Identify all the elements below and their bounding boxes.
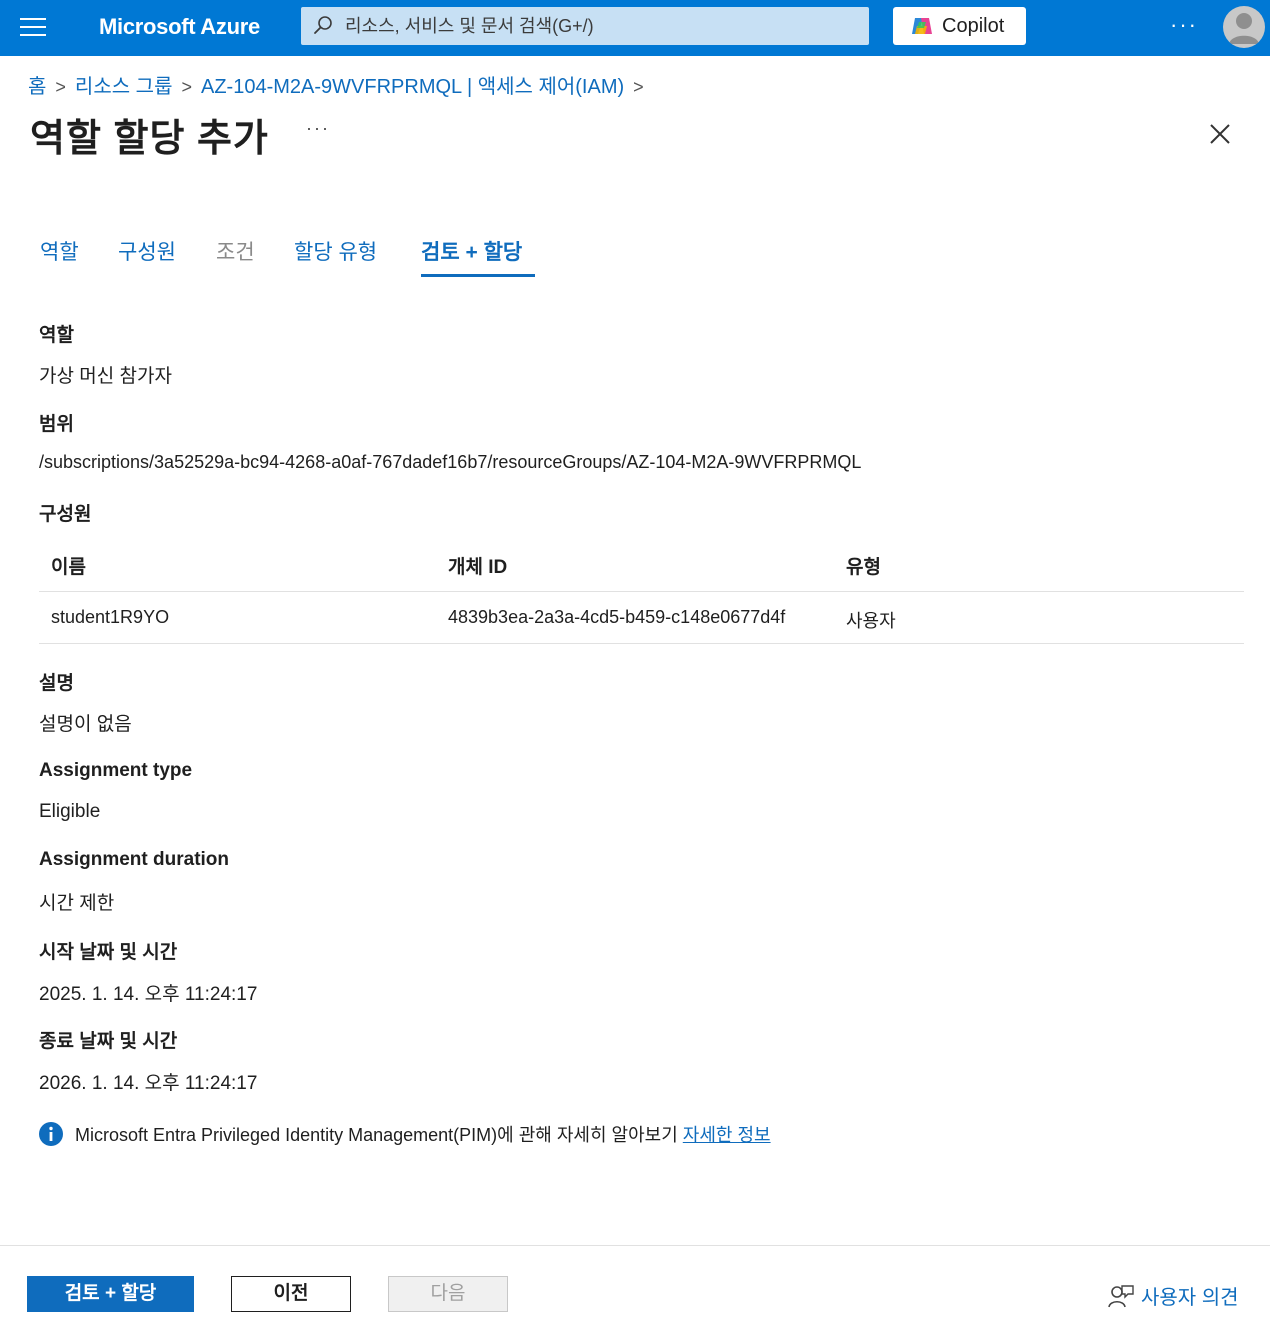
role-label: 역할 [39,325,74,346]
assignment-type-label: Assignment type [39,760,193,781]
chevron-right-icon: > [55,77,66,97]
search-icon [314,16,332,34]
end-datetime-value: 2026. 1. 14. 오후 11:24:17 [39,1073,258,1094]
scope-value: /subscriptions/3a52529a-bc94-4268-a0af-7… [39,452,862,472]
footer-divider [0,1245,1270,1246]
close-icon[interactable] [1208,122,1232,146]
review-assign-button[interactable]: 검토 + 할당 [27,1276,194,1312]
copilot-button[interactable]: Copilot [893,7,1026,45]
copilot-label: Copilot [942,15,1005,37]
start-datetime-label: 시작 날짜 및 시간 [39,942,178,963]
search-input[interactable] [345,7,845,45]
breadcrumb-iam[interactable]: AZ-104-M2A-9WVFRPRMQL | 액세스 제어(IAM) [201,76,624,98]
tab-role[interactable]: 역할 [40,236,79,266]
description-label: 설명 [39,673,74,694]
next-button: 다음 [388,1276,508,1312]
chevron-right-icon: > [181,77,192,97]
info-text: Microsoft Entra Privileged Identity Mana… [75,1125,683,1145]
active-tab-indicator [421,274,535,277]
member-object-id-cell: 4839b3ea-2a3a-4cd5-b459-c148e0677d4f [448,607,786,627]
breadcrumb-home[interactable]: 홈 [28,76,46,98]
start-datetime-value: 2025. 1. 14. 오후 11:24:17 [39,984,258,1005]
column-header-type: 유형 [846,557,881,578]
assignment-duration-value: 시간 제한 [39,893,115,914]
learn-more-link[interactable]: 자세한 정보 [683,1125,771,1145]
member-name-cell: student1R9YO [51,607,170,627]
column-header-object-id: 개체 ID [448,557,508,578]
table-divider [39,591,1244,592]
menu-icon[interactable] [20,18,46,38]
assignment-duration-label: Assignment duration [39,849,230,870]
user-avatar-icon [1229,13,1259,44]
page-title: 역할 할당 추가 [30,118,269,160]
top-bar: Microsoft Azure Copilot ··· [0,0,1270,56]
brand-logo[interactable]: Microsoft Azure [99,14,260,40]
info-icon [39,1122,63,1146]
chevron-right-icon: > [633,77,644,97]
tab-review-assign[interactable]: 검토 + 할당 [421,236,522,266]
end-datetime-label: 종료 날짜 및 시간 [39,1031,178,1052]
global-search[interactable] [301,7,869,45]
previous-button[interactable]: 이전 [231,1276,351,1312]
feedback-icon [1108,1285,1134,1308]
table-divider [39,643,1244,644]
info-text-wrap: Microsoft Entra Privileged Identity Mana… [75,1121,771,1147]
avatar[interactable] [1223,6,1265,48]
column-header-name: 이름 [51,557,86,578]
members-label: 구성원 [39,504,92,525]
tab-assignment-type[interactable]: 할당 유형 [294,236,377,266]
assignment-type-value: Eligible [39,801,101,822]
copilot-icon [912,18,932,34]
scope-label: 범위 [39,414,74,435]
role-value: 가상 머신 참가자 [39,366,172,387]
member-type-cell: 사용자 [846,611,896,631]
description-value: 설명이 없음 [39,714,132,735]
tab-members[interactable]: 구성원 [118,236,176,266]
more-options-icon[interactable]: ··· [1170,12,1198,38]
feedback-label: 사용자 의견 [1141,1287,1239,1309]
title-more-icon[interactable]: ··· [306,118,330,139]
breadcrumb: 홈 > 리소스 그룹 > AZ-104-M2A-9WVFRPRMQL | 액세스 제어(… [28,70,653,99]
breadcrumb-resource-groups[interactable]: 리소스 그룹 [75,76,173,98]
tab-conditions: 조건 [216,241,255,264]
